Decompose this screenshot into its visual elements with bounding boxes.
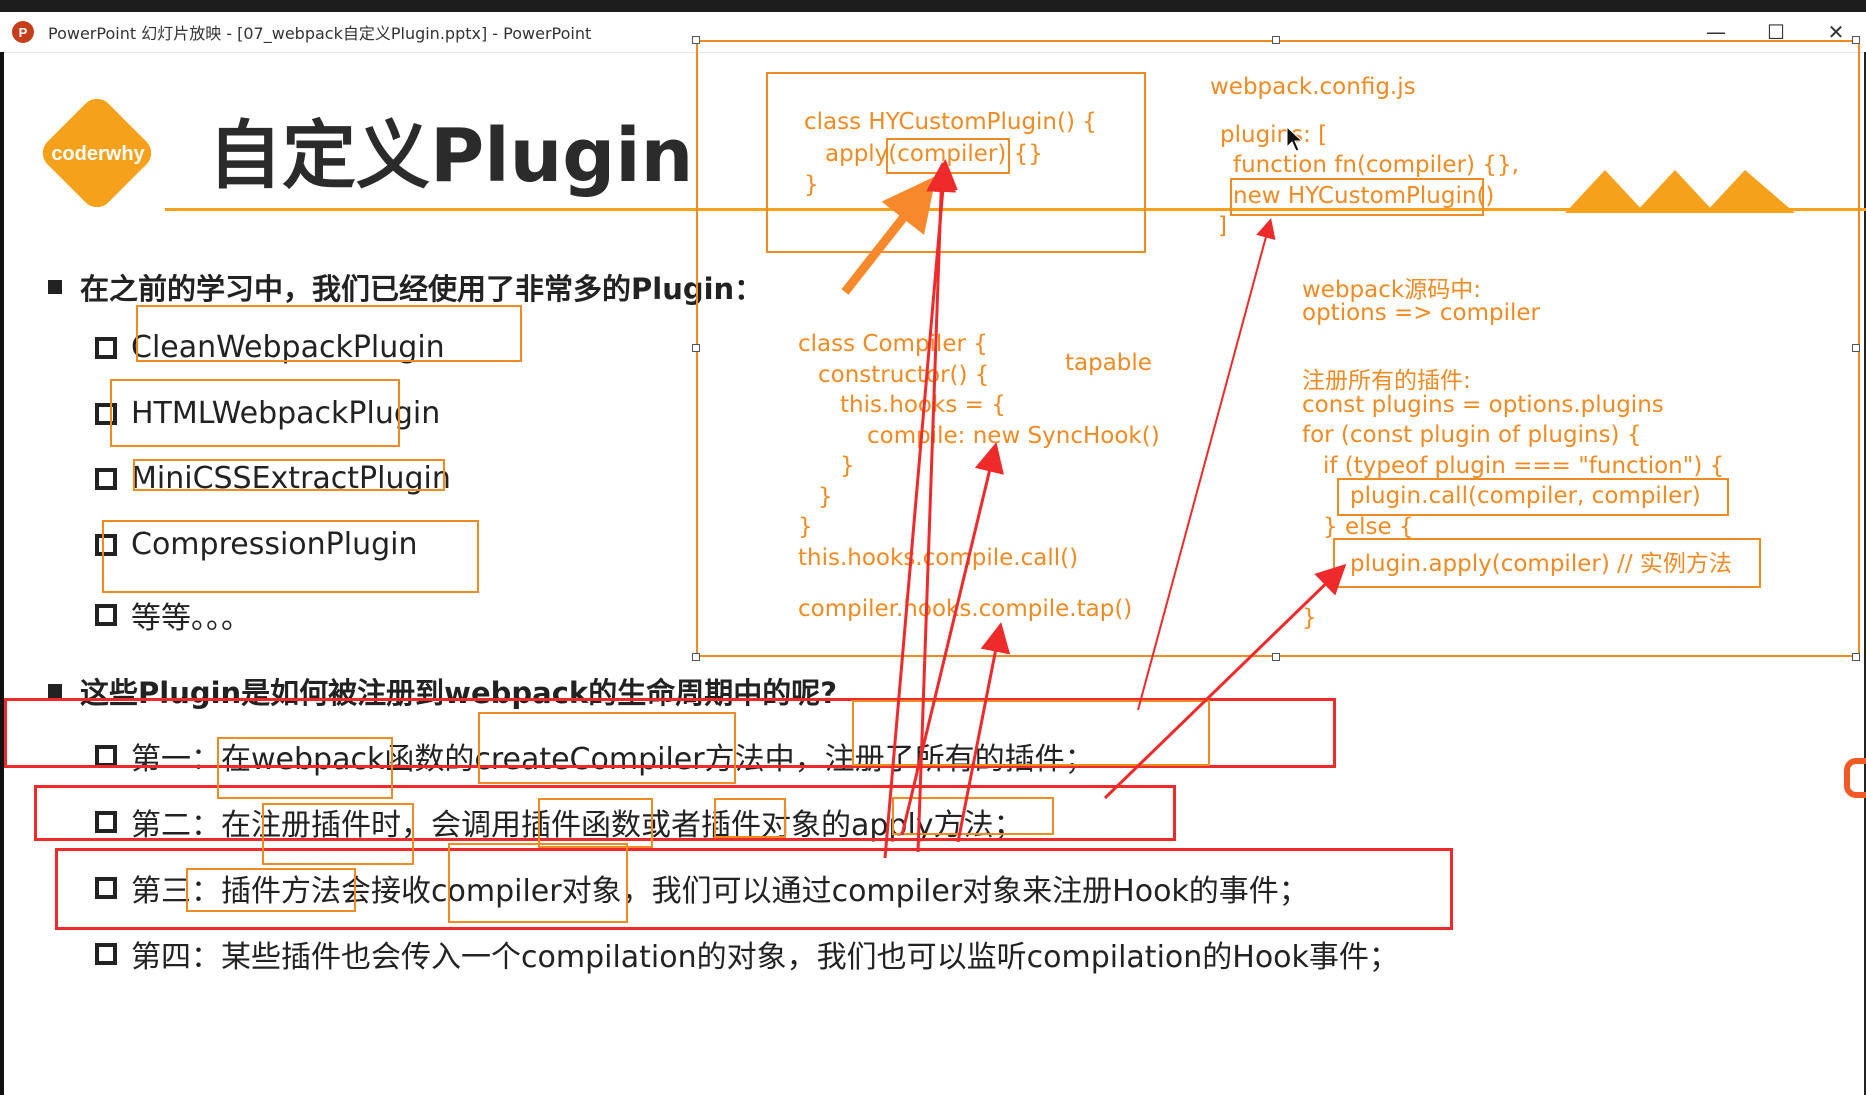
section1-heading-text: 在之前的学习中，我们已经使用了非常多的Plugin：	[80, 272, 764, 306]
source-line: plugin.apply(compiler) // 实例方法	[1350, 551, 1732, 577]
resize-handle[interactable]	[692, 36, 700, 44]
powerpoint-icon: P	[12, 21, 34, 43]
bullet-square-hollow	[95, 604, 117, 626]
bullet-square	[48, 684, 62, 698]
resize-handle[interactable]	[1852, 344, 1860, 352]
plugin-class-line: class HYCustomPlugin() {	[804, 109, 1097, 135]
section2-heading: 这些Plugin是如何被注册到webpack的生命周期中的呢?	[48, 670, 837, 712]
resize-handle[interactable]	[1852, 653, 1860, 661]
list-item-text: 第四：某些插件也会传入一个compilation的对象，我们也可以监听compi…	[131, 940, 1399, 975]
plugin-class-line: apply(compiler) {}	[825, 141, 1043, 167]
slide-title: 自定义Plugin	[208, 113, 694, 199]
resize-handle[interactable]	[1272, 653, 1280, 661]
config-line: plugins: [	[1220, 122, 1328, 148]
compiler-class-line: compile: new SyncHook()	[867, 423, 1160, 449]
side-logo-icon	[1844, 758, 1866, 798]
resize-handle[interactable]	[1272, 36, 1280, 44]
coderwhy-logo: coderwhy	[36, 92, 158, 214]
list-item: 第一：在webpack函数的createCompiler方法中，注册了所有的插件…	[95, 734, 1095, 778]
list-item-text: 等等。。。	[131, 601, 251, 636]
title-bar: P PowerPoint 幻灯片放映 - [07_webpack自定义Plugi…	[0, 12, 1866, 53]
list-item: CleanWebpackPlugin	[95, 330, 445, 365]
source-line: for (const plugin of plugins) {	[1302, 422, 1642, 448]
compiler-class-line: }	[818, 484, 833, 510]
config-line: ]	[1218, 213, 1227, 239]
mountain-decoration	[1565, 170, 1795, 213]
arrow-red	[1137, 218, 1276, 711]
list-item-text: CompressionPlugin	[131, 527, 418, 562]
list-item-text: 第一：在webpack函数的createCompiler方法中，注册了所有的插件…	[131, 742, 1095, 777]
list-item: 第三：插件方法会接收compiler对象，我们可以通过compiler对象来注册…	[95, 866, 1309, 910]
bullet-square-hollow	[95, 811, 117, 833]
list-item: 第二：在注册插件时，会调用插件函数或者插件对象的apply方法；	[95, 800, 1024, 844]
source-line: const plugins = options.plugins	[1302, 392, 1664, 418]
arrow-orange	[841, 175, 937, 295]
list-item: 第四：某些插件也会传入一个compilation的对象，我们也可以监听compi…	[95, 932, 1399, 976]
plugin-class-line: }	[804, 172, 819, 198]
config-line: new HYCustomPlugin()	[1233, 183, 1495, 209]
compiler-class-line: class Compiler {	[798, 331, 988, 357]
config-line: function fn(compiler) {},	[1233, 152, 1519, 178]
window-controls: — ☐ ✕	[1686, 12, 1866, 52]
powerpoint-slideshow-window: P PowerPoint 幻灯片放映 - [07_webpack自定义Plugi…	[0, 0, 1866, 1095]
bullet-square-hollow	[95, 877, 117, 899]
bullet-square-hollow	[95, 402, 117, 425]
window-title: PowerPoint 幻灯片放映 - [07_webpack自定义Plugin.…	[48, 24, 592, 43]
source-line: options => compiler	[1302, 300, 1540, 326]
arrow-red	[1103, 563, 1347, 800]
bullet-square-hollow	[95, 745, 117, 767]
resize-handle[interactable]	[692, 344, 700, 352]
list-item-text: MiniCSSExtractPlugin	[131, 461, 451, 496]
resize-handle[interactable]	[692, 653, 700, 661]
source-line: }	[1302, 605, 1317, 631]
bullet-square	[48, 280, 62, 294]
compiler-class-line: this.hooks = {	[840, 392, 1006, 418]
compiler-class-line: }	[798, 514, 813, 540]
tapable-label: tapable	[1065, 350, 1152, 376]
list-item: 等等。。。	[95, 593, 251, 637]
compiler-class-line: }	[840, 453, 855, 479]
maximize-icon[interactable]: ☐	[1746, 12, 1806, 52]
section1-heading: 在之前的学习中，我们已经使用了非常多的Plugin：	[48, 266, 763, 308]
source-line: } else {	[1323, 514, 1414, 540]
list-item: CompressionPlugin	[95, 527, 418, 562]
source-line: plugin.call(compiler, compiler)	[1350, 483, 1701, 509]
list-item-text: CleanWebpackPlugin	[131, 330, 445, 365]
left-edge	[0, 52, 4, 1095]
bullet-square-hollow	[95, 336, 117, 359]
list-item: MiniCSSExtractPlugin	[95, 461, 451, 496]
config-filename: webpack.config.js	[1210, 74, 1416, 100]
source-line: if (typeof plugin === "function") {	[1323, 453, 1725, 479]
list-item-text: HTMLWebpackPlugin	[131, 396, 441, 431]
logo-text: coderwhy	[51, 142, 145, 165]
section2-heading-text: 这些Plugin是如何被注册到webpack的生命周期中的呢?	[80, 676, 838, 710]
resize-handle[interactable]	[1852, 36, 1860, 44]
bullet-square-hollow	[95, 533, 117, 556]
close-icon[interactable]: ✕	[1806, 12, 1866, 52]
compiler-class-line: compiler.hooks.compile.tap()	[798, 596, 1133, 622]
list-item-text: 第三：插件方法会接收compiler对象，我们可以通过compiler对象来注册…	[131, 874, 1309, 909]
list-item-text: 第二：在注册插件时，会调用插件函数或者插件对象的apply方法；	[131, 808, 1024, 843]
bullet-square-hollow	[95, 467, 117, 490]
bullet-square-hollow	[95, 943, 117, 965]
minimize-icon[interactable]: —	[1686, 12, 1746, 52]
compiler-class-line: this.hooks.compile.call()	[798, 545, 1079, 571]
compiler-class-line: constructor() {	[818, 362, 990, 388]
top-strip	[0, 0, 1866, 12]
source-line: webpack源码中:	[1302, 277, 1481, 303]
list-item: HTMLWebpackPlugin	[95, 396, 440, 431]
source-line: 注册所有的插件:	[1302, 368, 1471, 394]
